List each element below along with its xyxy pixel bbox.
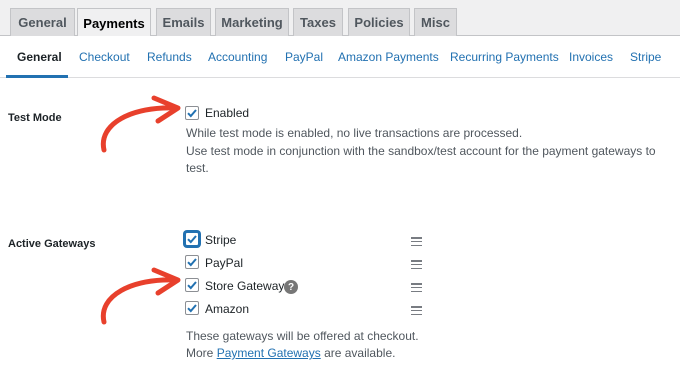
gateways-more-prefix: More	[186, 346, 217, 360]
test-mode-label: Test Mode	[8, 112, 62, 124]
tab-emails[interactable]: Emails	[156, 8, 211, 36]
drag-handle-icon[interactable]	[411, 260, 422, 269]
help-icon[interactable]: ?	[284, 280, 298, 294]
tab-payments[interactable]: Payments	[77, 8, 151, 37]
subtab-stripe[interactable]: Stripe	[630, 36, 661, 78]
checkmark-icon	[187, 109, 197, 118]
test-mode-description-2: Use test mode in conjunction with the sa…	[186, 144, 656, 158]
sub-tab-bar: General Checkout Refunds Accounting PayP…	[0, 36, 680, 78]
subtab-refunds[interactable]: Refunds	[147, 36, 192, 78]
subtab-accounting[interactable]: Accounting	[208, 36, 267, 78]
tab-misc[interactable]: Misc	[414, 8, 457, 36]
tab-policies[interactable]: Policies	[348, 8, 410, 36]
test-mode-description-1: While test mode is enabled, no live tran…	[186, 126, 523, 140]
gateway-stripe-checkbox[interactable]	[185, 232, 199, 246]
checkmark-icon	[187, 304, 197, 313]
gateway-paypal-checkbox[interactable]	[185, 255, 199, 269]
checkmark-icon	[187, 258, 197, 267]
subtab-paypal[interactable]: PayPal	[285, 36, 323, 78]
subtab-general[interactable]: General	[17, 36, 62, 78]
gateway-amazon-checkbox[interactable]	[185, 301, 199, 315]
subtab-checkout[interactable]: Checkout	[79, 36, 130, 78]
drag-handle-icon[interactable]	[411, 283, 422, 292]
drag-handle-icon[interactable]	[411, 237, 422, 246]
settings-panel: Test Mode Enabled While test mode is ena…	[0, 78, 680, 371]
red-arrow-icon	[100, 267, 181, 325]
subtab-amazon-payments[interactable]: Amazon Payments	[338, 36, 439, 78]
red-arrow-icon	[100, 95, 181, 153]
tab-general[interactable]: General	[10, 8, 75, 36]
top-tab-bar: General Payments Emails Marketing Taxes …	[0, 0, 680, 37]
checkmark-icon	[187, 235, 197, 244]
test-mode-description-3: test.	[186, 161, 209, 175]
drag-handle-icon[interactable]	[411, 306, 422, 315]
gateways-description: These gateways will be offered at checko…	[186, 329, 419, 343]
active-gateways-label: Active Gateways	[8, 238, 96, 250]
test-mode-checkbox[interactable]	[185, 106, 199, 120]
gateway-paypal-label[interactable]: PayPal	[205, 256, 243, 270]
payment-gateways-link[interactable]: Payment Gateways	[217, 346, 321, 360]
gateway-store-gateway-checkbox[interactable]	[185, 278, 199, 292]
test-mode-enabled-label[interactable]: Enabled	[205, 106, 249, 120]
subtab-invoices[interactable]: Invoices	[569, 36, 613, 78]
checkmark-icon	[187, 281, 197, 290]
gateways-more-line: More Payment Gateways are available.	[186, 346, 395, 360]
tab-taxes[interactable]: Taxes	[293, 8, 343, 36]
gateway-stripe-label[interactable]: Stripe	[205, 233, 236, 247]
gateway-amazon-label[interactable]: Amazon	[205, 302, 249, 316]
subtab-recurring-payments[interactable]: Recurring Payments	[450, 36, 559, 78]
gateways-more-suffix: are available.	[320, 346, 396, 360]
gateway-store-gateway-label[interactable]: Store Gateway	[205, 279, 284, 293]
tab-marketing[interactable]: Marketing	[215, 8, 289, 36]
